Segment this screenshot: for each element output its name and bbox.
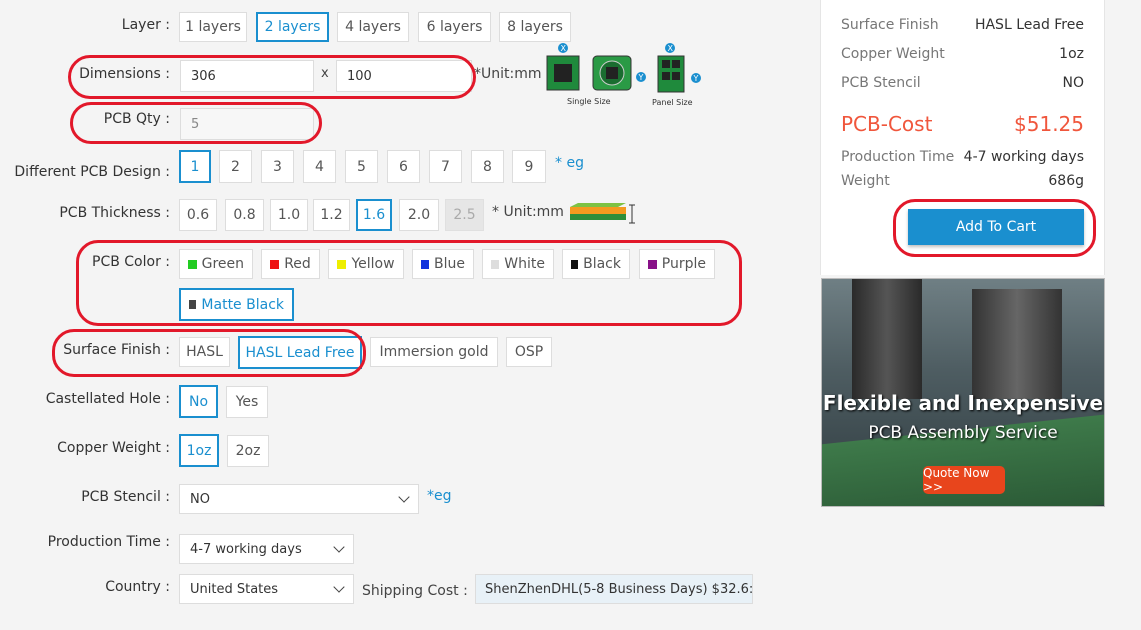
highlight-qty	[70, 102, 322, 144]
svg-text:X: X	[561, 44, 567, 53]
layer-option-2[interactable]: 2 layers	[256, 12, 329, 42]
thickness-2.0[interactable]: 2.0	[399, 199, 439, 231]
thickness-0.8[interactable]: 0.8	[225, 199, 264, 231]
production-select[interactable]: 4-7 working days	[179, 534, 354, 564]
chevron-down-icon	[333, 581, 345, 593]
size-diagram: X Y Single Size X Y Panel Size	[545, 42, 705, 110]
layer-option-1[interactable]: 1 layers	[179, 12, 247, 42]
thickness-label: PCB Thickness :	[59, 205, 170, 221]
highlight-color	[76, 240, 742, 326]
summary-key: PCB Stencil	[841, 75, 921, 91]
pcb-size-diagram-icon: X Y Single Size X Y Panel Size	[546, 43, 701, 107]
castellated-no[interactable]: No	[179, 385, 218, 418]
board-thickness-icon	[568, 201, 638, 227]
castellated-label: Castellated Hole :	[45, 391, 170, 407]
castellated-yes[interactable]: Yes	[226, 386, 268, 418]
thickness-1.6[interactable]: 1.6	[356, 199, 392, 231]
design-option-6[interactable]: 6	[387, 150, 420, 183]
stencil-eg-link[interactable]: *eg	[427, 488, 452, 504]
production-value: 4-7 working days	[190, 541, 302, 557]
layer-option-4[interactable]: 4 layers	[337, 12, 409, 42]
quote-now-button[interactable]: Quote Now >>	[923, 466, 1005, 494]
svg-text:Y: Y	[693, 74, 699, 83]
weight-val: 686g	[1048, 173, 1084, 189]
design-option-3[interactable]: 3	[261, 150, 294, 183]
design-option-9[interactable]: 9	[512, 150, 546, 183]
chevron-down-icon	[333, 541, 345, 553]
unit-text: *Unit:mm	[474, 66, 542, 82]
thickness-1.0[interactable]: 1.0	[270, 199, 308, 231]
finish-immersion-gold[interactable]: Immersion gold	[370, 337, 498, 367]
design-option-5[interactable]: 5	[345, 150, 378, 183]
copper-2oz[interactable]: 2oz	[227, 435, 269, 467]
copper-label: Copper Weight :	[57, 440, 170, 456]
country-value: United States	[190, 581, 279, 597]
production-label: Production Time :	[47, 534, 170, 550]
summary-value: HASL Lead Free	[974, 17, 1084, 33]
stencil-value: NO	[190, 491, 210, 507]
svg-text:Y: Y	[638, 73, 644, 82]
cost-label: PCB-Cost	[841, 112, 933, 136]
machine-head-right	[972, 289, 1062, 399]
banner-headline: Flexible and Inexpensive	[822, 391, 1104, 415]
machine-head-left	[852, 279, 922, 399]
design-option-1[interactable]: 1	[179, 150, 211, 183]
finish-osp[interactable]: OSP	[506, 337, 552, 367]
highlight-finish	[52, 329, 366, 377]
summary-key: Copper Weight	[841, 46, 945, 62]
production-val: 4-7 working days	[963, 149, 1084, 165]
design-option-4[interactable]: 4	[303, 150, 336, 183]
production-key: Production Time	[841, 149, 955, 165]
banner-subline: PCB Assembly Service	[868, 423, 1058, 443]
pcb-cost: PCB-Cost $51.25	[841, 112, 1084, 136]
thickness-1.2[interactable]: 1.2	[313, 199, 350, 231]
highlight-dimensions	[68, 55, 476, 99]
design-option-7[interactable]: 7	[429, 150, 462, 183]
stencil-label: PCB Stencil :	[81, 489, 170, 505]
summary-production: Production Time 4-7 working days	[841, 149, 1084, 165]
layer-option-8[interactable]: 8 layers	[499, 12, 571, 42]
cost-value: $51.25	[1014, 112, 1084, 136]
country-label: Country :	[105, 579, 170, 595]
layer-option-6[interactable]: 6 layers	[418, 12, 491, 42]
svg-text:Single Size: Single Size	[567, 97, 611, 106]
design-option-2[interactable]: 2	[219, 150, 252, 183]
summary-row-copper: Copper Weight 1oz	[841, 46, 1084, 62]
thickness-unit: * Unit:mm	[492, 204, 564, 220]
summary-row-finish: Surface Finish HASL Lead Free	[841, 17, 1084, 33]
summary-value: 1oz	[1059, 46, 1084, 62]
design-label: Different PCB Design :	[14, 164, 170, 180]
shipping-label: Shipping Cost :	[362, 583, 468, 599]
layer-label: Layer :	[121, 17, 170, 33]
design-option-8[interactable]: 8	[471, 150, 504, 183]
shipping-select[interactable]: ShenZhenDHL(5-8 Business Days) $32.6:	[475, 574, 753, 604]
thickness-2.5: 2.5	[445, 199, 484, 231]
highlight-add-to-cart	[893, 199, 1096, 257]
chevron-down-icon	[398, 491, 410, 503]
summary-value: NO	[1062, 75, 1085, 91]
design-eg-link[interactable]: * eg	[555, 155, 584, 171]
thickness-0.6[interactable]: 0.6	[179, 199, 217, 231]
stencil-select[interactable]: NO	[179, 484, 419, 514]
svg-text:Panel Size: Panel Size	[652, 98, 693, 107]
assembly-service-banner[interactable]: Flexible and Inexpensive PCB Assembly Se…	[821, 278, 1105, 507]
weight-key: Weight	[841, 173, 890, 189]
summary-row-stencil: PCB Stencil NO	[841, 75, 1084, 91]
country-select[interactable]: United States	[179, 574, 354, 604]
summary-weight: Weight 686g	[841, 173, 1084, 189]
shipping-value: ShenZhenDHL(5-8 Business Days) $32.6:	[485, 581, 753, 597]
copper-1oz[interactable]: 1oz	[179, 434, 219, 467]
summary-key: Surface Finish	[841, 17, 939, 33]
svg-text:X: X	[668, 44, 674, 53]
